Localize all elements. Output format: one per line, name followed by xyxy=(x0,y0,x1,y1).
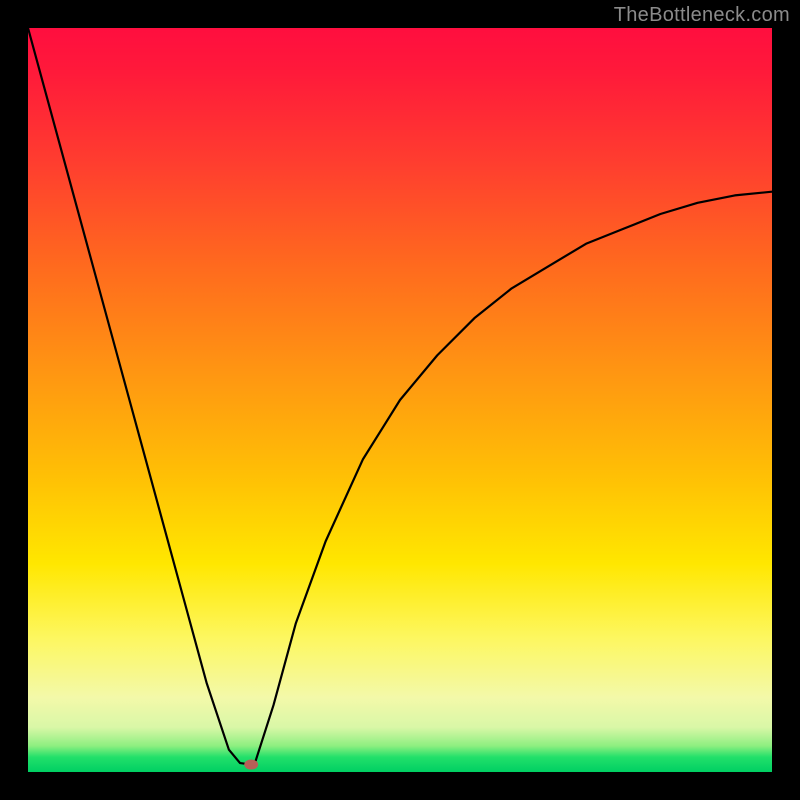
optimum-marker xyxy=(244,760,258,770)
chart-frame: TheBottleneck.com xyxy=(0,0,800,800)
plot-area xyxy=(28,28,772,772)
curve-line xyxy=(28,28,772,765)
bottleneck-curve xyxy=(28,28,772,772)
watermark-text: TheBottleneck.com xyxy=(614,4,790,27)
